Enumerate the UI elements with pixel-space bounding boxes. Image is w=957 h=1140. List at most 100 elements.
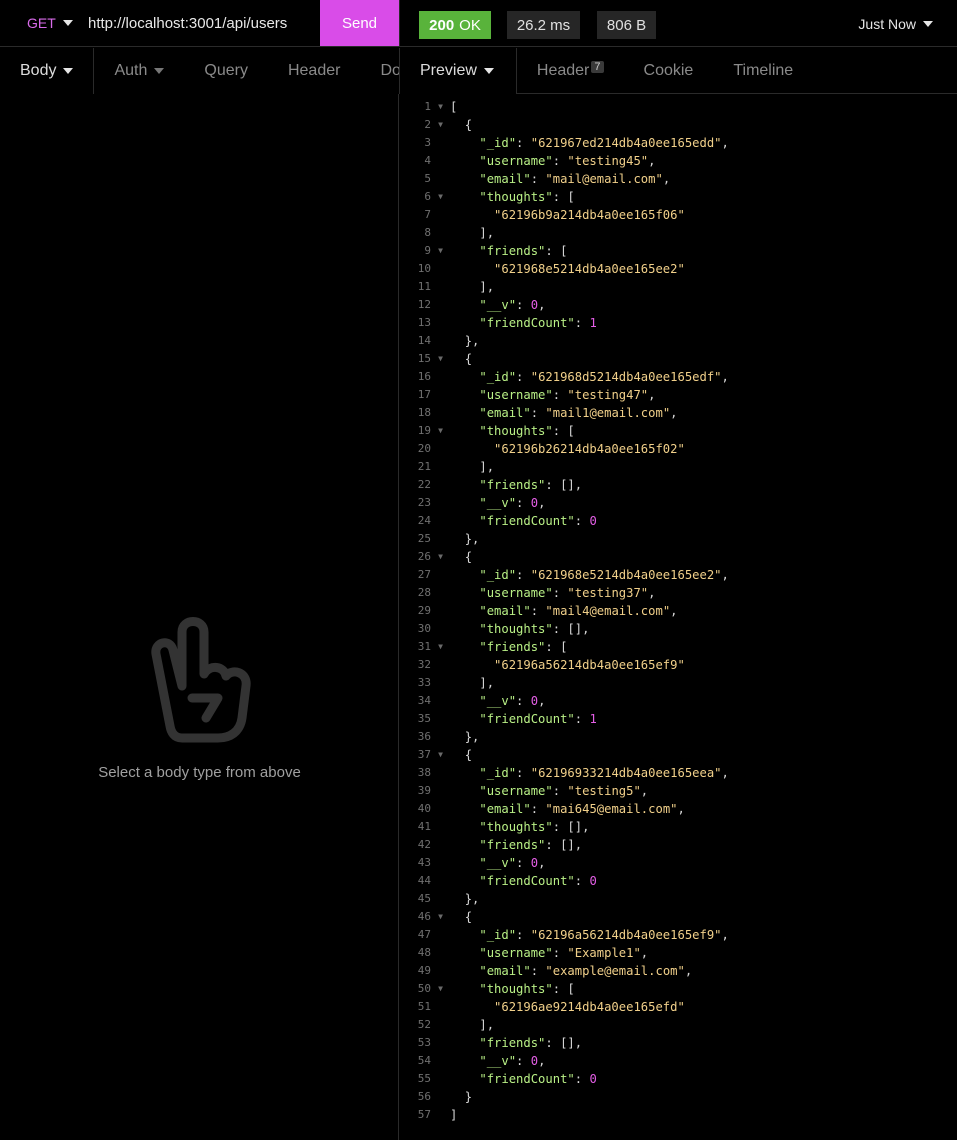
tab-body-label: Body bbox=[20, 62, 57, 79]
fold-toggle-icon[interactable]: ▼ bbox=[431, 98, 450, 116]
code-line: 37 ▼ { bbox=[400, 746, 957, 764]
tab-preview[interactable]: Preview bbox=[400, 48, 517, 94]
fold-toggle-icon[interactable]: ▼ bbox=[431, 188, 450, 206]
line-number: 28 bbox=[417, 586, 431, 599]
fold-toggle-icon[interactable]: ▼ bbox=[431, 116, 450, 134]
code-text: "email": "example@email.com", bbox=[479, 964, 693, 978]
code-line: 30 "thoughts": [], bbox=[400, 620, 957, 638]
code-line: 35 "friendCount": 1 bbox=[400, 710, 957, 728]
code-text: "friends": [], bbox=[479, 1036, 583, 1050]
fold-toggle-icon[interactable]: ▼ bbox=[431, 242, 450, 260]
fold-gutter bbox=[431, 440, 450, 458]
fold-toggle-icon[interactable]: ▼ bbox=[431, 422, 450, 440]
code-text: { bbox=[464, 550, 473, 564]
url-input[interactable]: http://localhost:3001/api/users bbox=[82, 0, 320, 46]
code-text: "friendCount": 0 bbox=[479, 874, 597, 888]
code-text: "_id": "62196a56214db4a0ee165ef9", bbox=[479, 928, 729, 942]
header-count-badge: 7 bbox=[591, 60, 604, 73]
chevron-down-icon bbox=[62, 20, 73, 26]
tab-cookie[interactable]: Cookie bbox=[624, 48, 714, 93]
code-text: "email": "mail4@email.com", bbox=[479, 604, 678, 618]
code-text: }, bbox=[464, 532, 480, 546]
method-dropdown[interactable]: GET bbox=[0, 0, 82, 46]
code-text: "62196b9a214db4a0ee165f06" bbox=[494, 208, 685, 222]
fold-gutter bbox=[431, 836, 450, 854]
response-tabs: Preview Header 7 Cookie Timeline bbox=[399, 48, 957, 94]
code-line: 8 ], bbox=[400, 224, 957, 242]
line-number: 21 bbox=[417, 460, 431, 473]
line-number: 50 bbox=[417, 982, 431, 995]
code-text: "thoughts": [], bbox=[479, 622, 590, 636]
line-number: 45 bbox=[417, 892, 431, 905]
code-line: 19 ▼ "thoughts": [ bbox=[400, 422, 957, 440]
line-number: 3 bbox=[424, 136, 431, 149]
request-bar: GET http://localhost:3001/api/users Send bbox=[0, 0, 399, 47]
tab-body[interactable]: Body bbox=[0, 48, 95, 94]
fold-gutter bbox=[431, 260, 450, 278]
fold-gutter bbox=[431, 404, 450, 422]
code-text: "friendCount": 0 bbox=[479, 1072, 597, 1086]
tab-timeline[interactable]: Timeline bbox=[713, 48, 813, 93]
fold-toggle-icon[interactable]: ▼ bbox=[431, 548, 450, 566]
fold-toggle-icon[interactable]: ▼ bbox=[431, 350, 450, 368]
response-size: 806 B bbox=[597, 11, 656, 39]
code-text: "username": "testing47", bbox=[479, 388, 656, 402]
line-number: 16 bbox=[417, 370, 431, 383]
tab-docs[interactable]: Docs bbox=[360, 48, 399, 94]
fold-toggle-icon[interactable]: ▼ bbox=[431, 746, 450, 764]
code-line: 3 "_id": "621967ed214db4a0ee165edd", bbox=[400, 134, 957, 152]
code-line: 21 ], bbox=[400, 458, 957, 476]
fold-gutter bbox=[431, 278, 450, 296]
code-line: 45 }, bbox=[400, 890, 957, 908]
code-line: 2 ▼ { bbox=[400, 116, 957, 134]
code-line: 17 "username": "testing47", bbox=[400, 386, 957, 404]
code-text: ] bbox=[450, 1108, 458, 1122]
code-line: 22 "friends": [], bbox=[400, 476, 957, 494]
tab-header[interactable]: Header bbox=[268, 48, 360, 94]
tab-query[interactable]: Query bbox=[184, 48, 268, 94]
code-text: ], bbox=[479, 1018, 495, 1032]
code-text: "email": "mail@email.com", bbox=[479, 172, 671, 186]
code-line: 31 ▼ "friends": [ bbox=[400, 638, 957, 656]
code-text: "email": "mail1@email.com", bbox=[479, 406, 678, 420]
line-number: 19 bbox=[417, 424, 431, 437]
line-number: 23 bbox=[417, 496, 431, 509]
code-line: 46 ▼ { bbox=[400, 908, 957, 926]
code-text: "friends": [ bbox=[479, 244, 568, 258]
line-number: 26 bbox=[417, 550, 431, 563]
tab-response-header[interactable]: Header 7 bbox=[517, 48, 624, 93]
fold-gutter bbox=[431, 314, 450, 332]
line-number: 10 bbox=[417, 262, 431, 275]
code-text: }, bbox=[464, 334, 480, 348]
fold-gutter bbox=[431, 494, 450, 512]
line-number: 35 bbox=[417, 712, 431, 725]
send-button[interactable]: Send bbox=[320, 0, 399, 46]
fold-toggle-icon[interactable]: ▼ bbox=[431, 908, 450, 926]
tab-auth[interactable]: Auth bbox=[94, 48, 184, 94]
code-line: 6 ▼ "thoughts": [ bbox=[400, 188, 957, 206]
code-text: "friendCount": 1 bbox=[479, 712, 597, 726]
fold-gutter bbox=[431, 1070, 450, 1088]
code-line: 51 "62196ae9214db4a0ee165efd" bbox=[400, 998, 957, 1016]
line-number: 31 bbox=[417, 640, 431, 653]
fold-gutter bbox=[431, 1016, 450, 1034]
fold-gutter bbox=[431, 620, 450, 638]
code-text: "username": "testing37", bbox=[479, 586, 656, 600]
history-dropdown[interactable]: Just Now bbox=[858, 16, 933, 32]
pane-divider[interactable] bbox=[398, 94, 399, 1140]
fold-toggle-icon[interactable]: ▼ bbox=[431, 980, 450, 998]
fold-gutter bbox=[431, 332, 450, 350]
fold-gutter bbox=[431, 584, 450, 602]
request-tabs: Body Auth Query Header Docs bbox=[0, 48, 399, 94]
code-text: "friends": [ bbox=[479, 640, 568, 654]
fold-toggle-icon[interactable]: ▼ bbox=[431, 638, 450, 656]
fold-gutter bbox=[431, 998, 450, 1016]
line-number: 43 bbox=[417, 856, 431, 869]
code-line: 57] bbox=[400, 1106, 957, 1124]
code-text: "friends": [], bbox=[479, 838, 583, 852]
fold-gutter bbox=[431, 656, 450, 674]
fold-gutter bbox=[431, 512, 450, 530]
code-text: "621968e5214db4a0ee165ee2" bbox=[494, 262, 685, 276]
code-line: 56 } bbox=[400, 1088, 957, 1106]
code-text: { bbox=[464, 118, 473, 132]
